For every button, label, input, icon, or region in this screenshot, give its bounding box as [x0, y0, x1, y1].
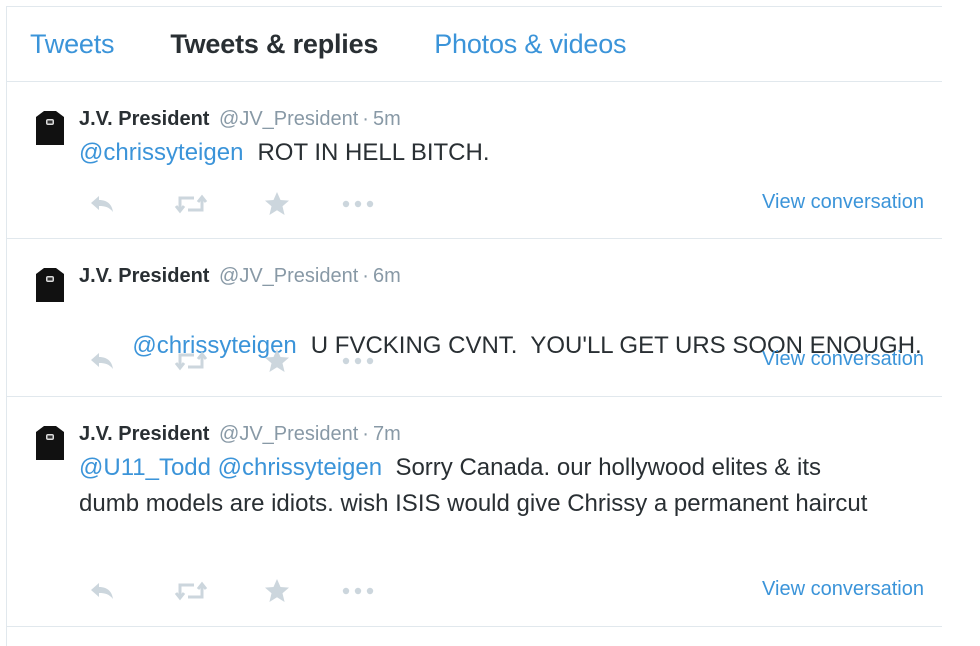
user-handle[interactable]: @JV_President: [219, 423, 358, 445]
tweet-item[interactable]: J.V. President @JV_President · 6m @chrissy…: [7, 239, 942, 397]
star-icon[interactable]: [263, 190, 291, 218]
retweet-icon[interactable]: [169, 577, 213, 605]
reply-icon[interactable]: [79, 577, 125, 605]
separator: ·: [362, 423, 369, 445]
tab-tweets[interactable]: Tweets: [30, 29, 115, 60]
mention-link[interactable]: @chrissyteigen: [79, 139, 243, 166]
tweet-item[interactable]: J.V. President @JV_President · 7m @U11_Tod…: [7, 397, 942, 627]
star-icon[interactable]: [263, 577, 291, 605]
timeline-panel: Tweets Tweets & replies Photos & videos …: [6, 6, 942, 646]
star-icon[interactable]: [263, 347, 291, 375]
reply-icon[interactable]: [79, 347, 125, 375]
more-dots-icon[interactable]: [341, 190, 375, 218]
reply-icon[interactable]: [79, 190, 125, 218]
more-dots-icon[interactable]: [341, 347, 375, 375]
tweet-content: J.V. President @JV_President · 5m @chrissy…: [79, 106, 930, 171]
user-name[interactable]: J.V. President: [79, 265, 209, 287]
tweet-item[interactable]: J.V. President @JV_President · 5m @chrissy…: [7, 82, 942, 239]
tweet-timestamp[interactable]: 7m: [373, 423, 401, 445]
avatar-shirt-icon[interactable]: [35, 110, 65, 146]
mention-link[interactable]: @U11_Todd @chrissyteigen: [79, 454, 382, 481]
separator: ·: [362, 265, 369, 287]
retweet-icon[interactable]: [169, 190, 213, 218]
more-dots-icon[interactable]: [341, 577, 375, 605]
separator: ·: [362, 108, 369, 130]
avatar-shirt-icon[interactable]: [35, 425, 65, 461]
tweet-text: @chrissyteigen U FVCKING CVNT. YOU'LL GET…: [79, 292, 930, 400]
user-name[interactable]: J.V. President: [79, 108, 209, 130]
tweet-header: J.V. President @JV_President · 5m: [79, 106, 930, 132]
tweet-actions: [79, 577, 375, 605]
tweet-timestamp[interactable]: 6m: [373, 265, 401, 287]
tab-photos-and-videos[interactable]: Photos & videos: [434, 29, 626, 60]
tweet-body: ROT IN HELL BITCH.: [257, 139, 490, 166]
tweet-actions: [79, 347, 375, 375]
user-handle[interactable]: @JV_President: [219, 265, 358, 287]
view-conversation-link[interactable]: View conversation: [762, 578, 924, 601]
tweet-header: J.V. President @JV_President · 7m: [79, 421, 872, 447]
tweet-content: J.V. President @JV_President · 6m @chrissy…: [79, 263, 930, 400]
view-conversation-link[interactable]: View conversation: [762, 348, 924, 371]
tweet-content: J.V. President @JV_President · 7m @U11_Tod…: [79, 421, 872, 522]
tweet-header: J.V. President @JV_President · 6m: [79, 263, 930, 289]
tweet-text: @U11_Todd @chrissyteigen Sorry Canada. o…: [79, 450, 872, 522]
tweet-actions: [79, 190, 375, 218]
retweet-icon[interactable]: [169, 347, 213, 375]
tweet-text: @chrissyteigen ROT IN HELL BITCH.: [79, 135, 930, 171]
view-conversation-link[interactable]: View conversation: [762, 191, 924, 214]
avatar-shirt-icon[interactable]: [35, 267, 65, 303]
tab-tweets-and-replies[interactable]: Tweets & replies: [170, 29, 378, 60]
user-handle[interactable]: @JV_President: [219, 108, 358, 130]
user-name[interactable]: J.V. President: [79, 423, 209, 445]
profile-tabs: Tweets Tweets & replies Photos & videos: [7, 7, 942, 82]
tweet-timestamp[interactable]: 5m: [373, 108, 401, 130]
